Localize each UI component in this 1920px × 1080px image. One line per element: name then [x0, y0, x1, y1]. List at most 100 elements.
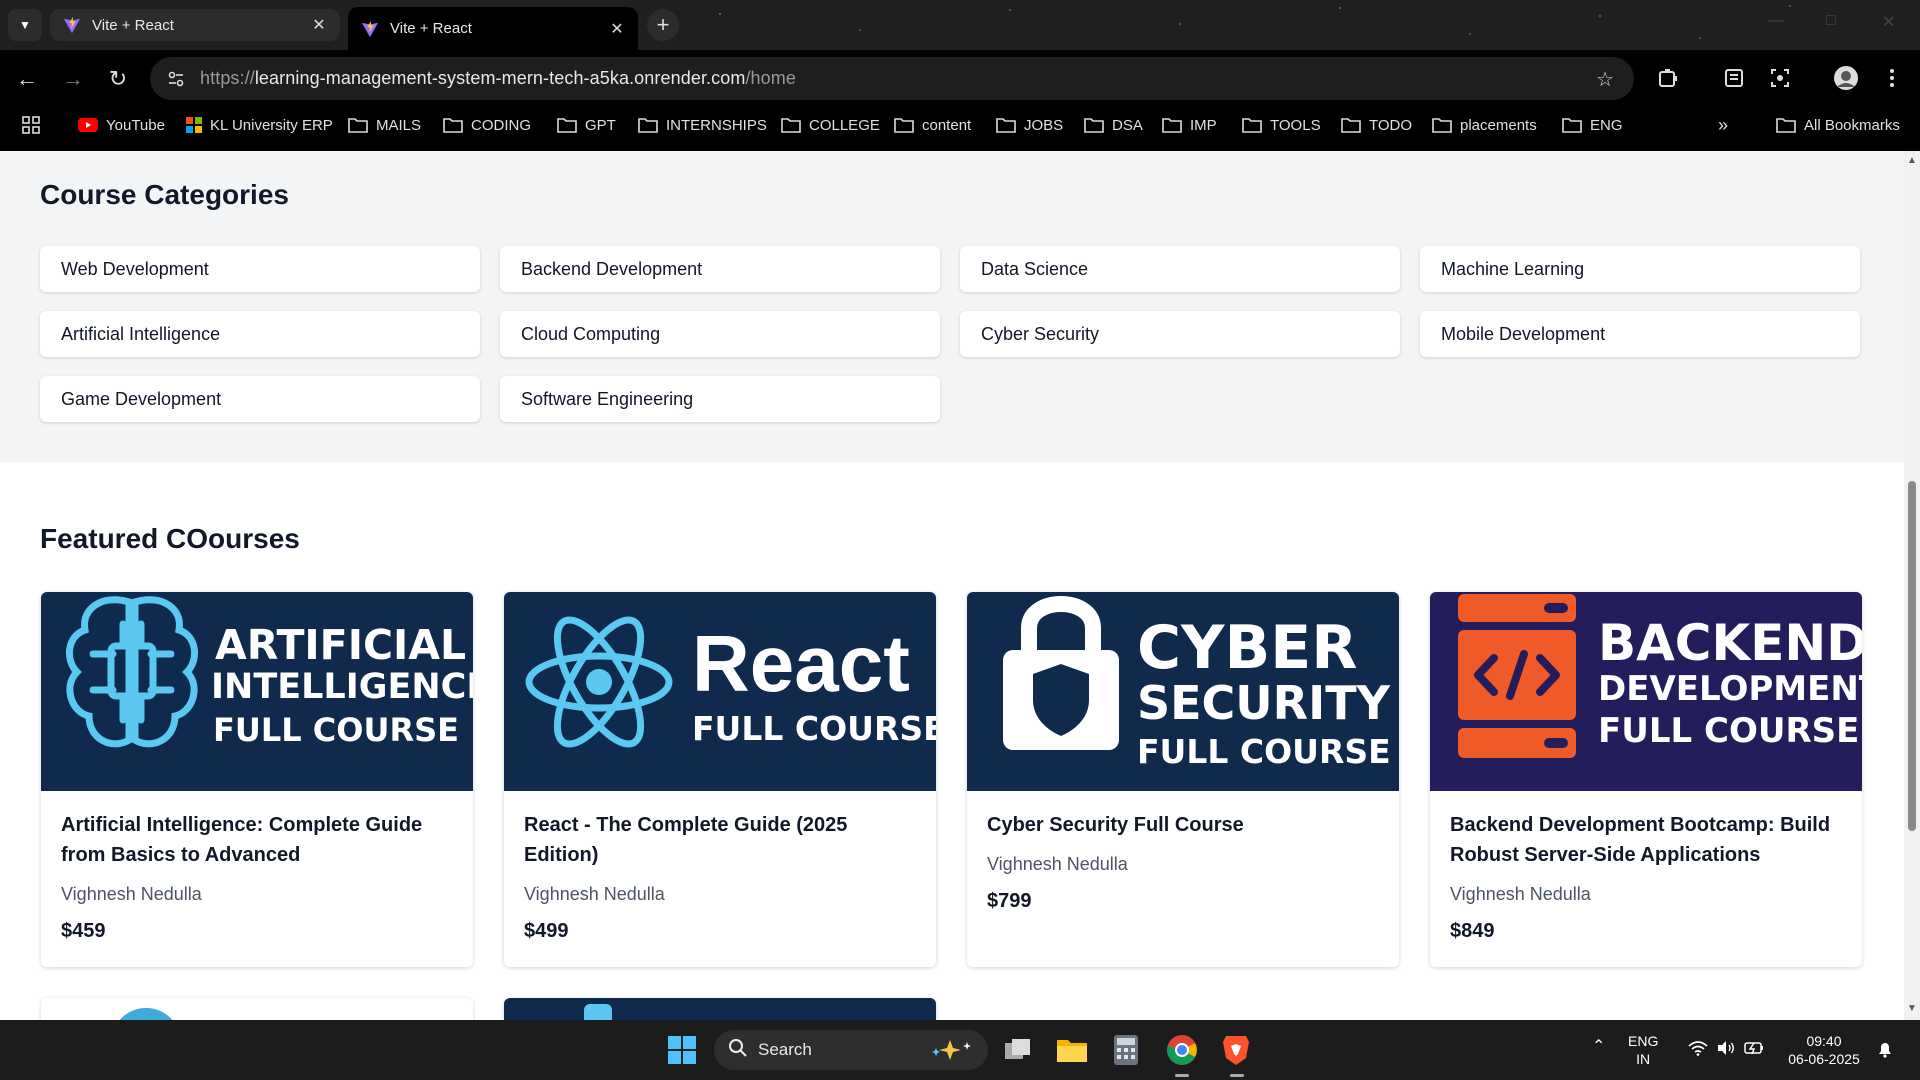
windows-taskbar: Search ⌃ ENG IN 09:40 06-06-2025: [0, 1020, 1920, 1080]
bookmark-item[interactable]: placements: [1432, 107, 1537, 143]
reading-list-icon[interactable]: [1720, 64, 1748, 92]
address-bar[interactable]: https://learning-management-system-mern-…: [150, 57, 1634, 100]
bookmark-item[interactable]: JOBS: [996, 107, 1063, 143]
category-card[interactable]: Cyber Security: [960, 311, 1400, 357]
screenshot-icon[interactable]: [1766, 64, 1794, 92]
brave-icon[interactable]: [1218, 1032, 1254, 1068]
category-card[interactable]: Mobile Development: [1420, 311, 1860, 357]
react-atom-icon: [525, 616, 673, 748]
apps-grid-icon[interactable]: [22, 107, 48, 143]
maximize-icon[interactable]: □: [1826, 12, 1836, 30]
scroll-down-icon[interactable]: ▼: [1907, 1003, 1917, 1014]
bookmarks-bar: YouTube KL University ERP MAILS CODING GPT IN…: [0, 107, 1920, 151]
reload-button[interactable]: ↻: [103, 64, 133, 94]
bookmark-item[interactable]: GPT: [557, 107, 616, 143]
chrome-icon[interactable]: [1164, 1032, 1200, 1068]
category-card[interactable]: Software Engineering: [500, 376, 940, 422]
scroll-up-icon[interactable]: ▲: [1907, 155, 1917, 166]
course-card-partial[interactable]: [504, 998, 936, 1020]
menu-icon[interactable]: [1878, 64, 1906, 92]
all-bookmarks[interactable]: All Bookmarks: [1776, 107, 1900, 143]
clock[interactable]: 09:40 06-06-2025: [1784, 1032, 1864, 1068]
course-card[interactable]: BACKEND DEVELOPMENT FULL COURSE Backend …: [1430, 592, 1862, 967]
bookmark-item[interactable]: KL University ERP: [186, 107, 333, 143]
thumb-line2: SECURITY: [1137, 676, 1390, 730]
close-icon[interactable]: ✕: [310, 16, 328, 34]
extensions-icon[interactable]: [1654, 64, 1682, 92]
bookmark-label: TOOLS: [1270, 116, 1321, 134]
course-card[interactable]: ARTIFICIAL INTELLIGENCE FULL COURSE Arti…: [41, 592, 473, 967]
course-card[interactable]: CYBER SECURITY FULL COURSE Cyber Securit…: [967, 592, 1399, 967]
close-window-icon[interactable]: ✕: [1882, 12, 1895, 32]
category-card[interactable]: Machine Learning: [1420, 246, 1860, 292]
windows-start-icon[interactable]: [664, 1032, 700, 1068]
category-card[interactable]: Cloud Computing: [500, 311, 940, 357]
bookmark-item[interactable]: COLLEGE: [781, 107, 880, 143]
bookmark-item[interactable]: content: [894, 107, 971, 143]
calculator-icon[interactable]: [1108, 1032, 1144, 1068]
bookmark-item[interactable]: DSA: [1084, 107, 1143, 143]
tab-search-button[interactable]: ▼: [8, 9, 42, 41]
thumb-line2: INTELLIGENCE: [211, 667, 473, 707]
category-card[interactable]: Game Development: [40, 376, 480, 422]
tab-inactive[interactable]: Vite + React ✕: [50, 9, 340, 41]
back-button[interactable]: ←: [12, 64, 42, 94]
task-view-icon[interactable]: [1000, 1032, 1036, 1068]
url-host: learning-management-system-mern-tech-a5k…: [254, 68, 746, 88]
forward-button[interactable]: →: [58, 64, 88, 94]
minimize-icon[interactable]: —: [1768, 12, 1784, 30]
show-hidden-icons[interactable]: ⌃: [1592, 1038, 1605, 1056]
category-card[interactable]: Backend Development: [500, 246, 940, 292]
bookmark-label: IMP: [1190, 116, 1217, 134]
file-explorer-icon[interactable]: [1054, 1032, 1090, 1068]
copilot-sparkle-icon: [930, 1038, 974, 1067]
url-path: /home: [745, 68, 796, 88]
search-icon: [728, 1038, 748, 1063]
taskbar-search[interactable]: Search: [714, 1030, 988, 1070]
scrollbar-thumb[interactable]: [1908, 481, 1916, 831]
course-author: Vighnesh Nedulla: [1450, 884, 1591, 904]
tab-active[interactable]: Vite + React ✕: [348, 7, 638, 50]
bookmark-item[interactable]: INTERNSHIPS: [638, 107, 767, 143]
brain-chip-icon: [66, 596, 198, 748]
thumb-line1: BACKEND: [1598, 614, 1862, 672]
volume-icon[interactable]: [1716, 1040, 1736, 1060]
close-icon[interactable]: ✕: [608, 20, 626, 38]
bookmark-item[interactable]: ENG: [1562, 107, 1623, 143]
more-bookmarks-icon[interactable]: »: [1718, 107, 1728, 143]
folder-icon: [1432, 117, 1460, 133]
course-card-partial[interactable]: [41, 998, 473, 1020]
bookmark-label: GPT: [585, 116, 616, 134]
wifi-icon[interactable]: [1688, 1040, 1708, 1060]
bookmark-item[interactable]: CODING: [443, 107, 531, 143]
site-info-icon[interactable]: [162, 65, 190, 93]
course-title: Backend Development Bootcamp: Build Robu…: [1450, 814, 1831, 866]
course-thumbnail: CYBER SECURITY FULL COURSE: [967, 592, 1399, 791]
folder-icon: [348, 117, 376, 133]
course-card[interactable]: React FULL COURSE React - The Complete G…: [504, 592, 936, 967]
bookmark-item[interactable]: YouTube: [78, 107, 165, 143]
course-thumbnail-partial: [111, 1008, 181, 1020]
clock-time: 09:40: [1806, 1033, 1842, 1049]
category-card[interactable]: Web Development: [40, 246, 480, 292]
bookmark-item[interactable]: TOOLS: [1242, 107, 1321, 143]
notification-bell-icon[interactable]: [1876, 1040, 1894, 1062]
thumb-line3: FULL COURSE: [213, 711, 459, 749]
category-card[interactable]: Data Science: [960, 246, 1400, 292]
folder-icon: [781, 117, 809, 133]
new-tab-button[interactable]: +: [647, 9, 679, 41]
battery-charging-icon[interactable]: [1744, 1040, 1766, 1060]
bookmark-item[interactable]: IMP: [1162, 107, 1217, 143]
categories-heading: Course Categories: [40, 179, 289, 210]
page-scrollbar[interactable]: ▲ ▼: [1904, 151, 1920, 1020]
thumb-line1: React: [692, 619, 910, 708]
thumb-line2: FULL COURSE: [692, 709, 936, 748]
folder-icon: [1242, 117, 1270, 133]
folder-icon: [894, 117, 922, 133]
category-card[interactable]: Artificial Intelligence: [40, 311, 480, 357]
bookmark-star-icon[interactable]: ☆: [1596, 67, 1614, 92]
profile-avatar[interactable]: [1832, 64, 1860, 92]
bookmark-item[interactable]: MAILS: [348, 107, 421, 143]
bookmark-item[interactable]: TODO: [1341, 107, 1412, 143]
language-indicator[interactable]: ENG IN: [1628, 1032, 1658, 1068]
